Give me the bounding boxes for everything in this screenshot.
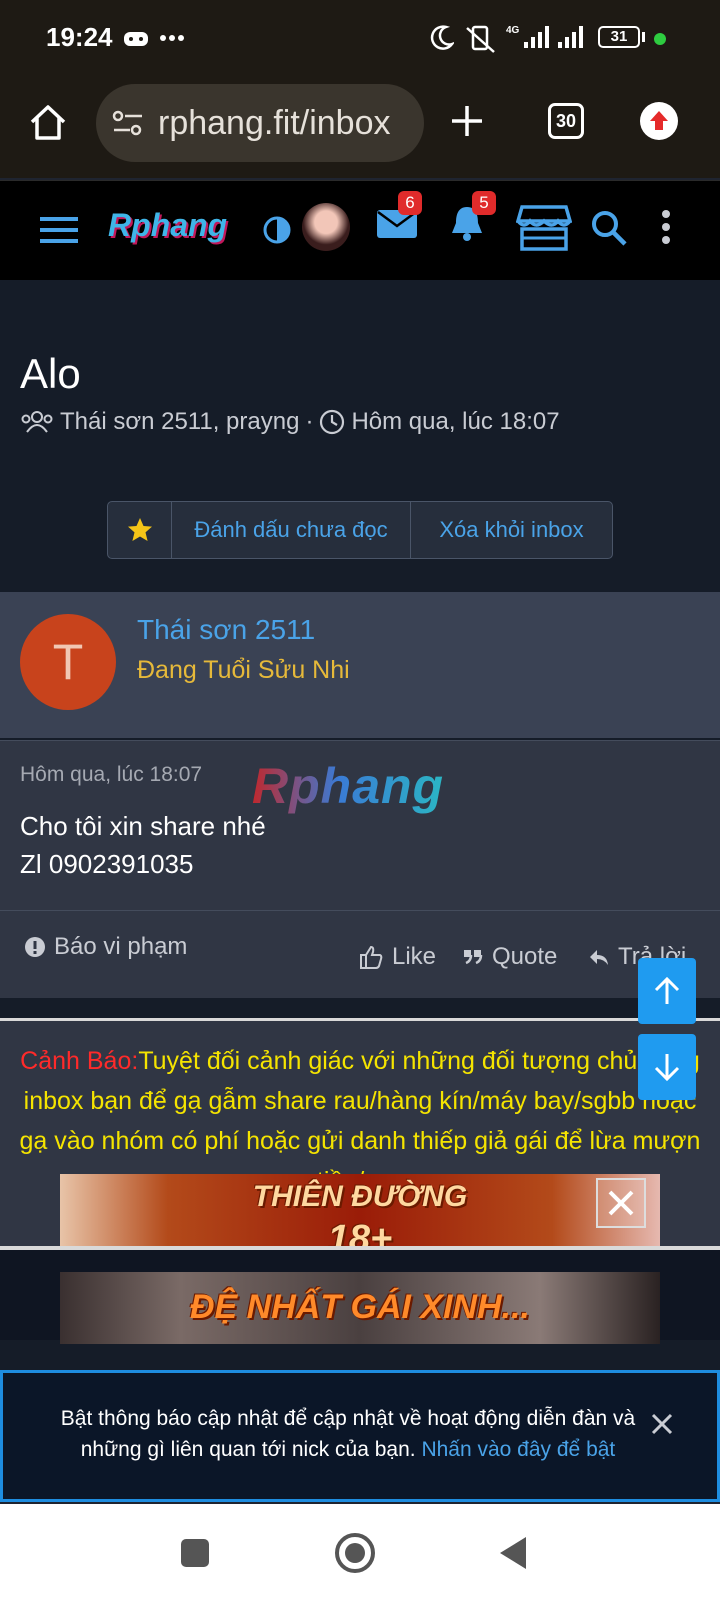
menu-icon[interactable] xyxy=(40,215,78,245)
moon-icon xyxy=(430,25,454,50)
report-button[interactable]: Báo vi phạm xyxy=(24,933,187,961)
message-actions: Báo vi phạm Like Quote Trả lời xyxy=(0,910,720,998)
arrow-up-icon xyxy=(650,111,668,130)
mark-unread-button[interactable]: Đánh dấu chưa đọc xyxy=(172,502,411,558)
quote-icon xyxy=(464,950,483,965)
tab-count: 30 xyxy=(555,111,577,131)
svg-text:4G: 4G xyxy=(506,25,520,36)
status-bar: 19:24 4G 31 xyxy=(0,0,720,78)
tab-switcher-button[interactable]: 30 xyxy=(548,103,584,139)
signal-icon xyxy=(558,26,583,48)
message-author: T Thái sơn 2511 Đang Tuổi Sửu Nhi xyxy=(0,592,720,738)
user-avatar[interactable] xyxy=(302,203,350,251)
system-nav-bar xyxy=(0,1504,720,1600)
conversation-actions: Đánh dấu chưa đọc Xóa khỏi inbox xyxy=(107,501,613,559)
alert-circle-icon xyxy=(25,937,45,957)
warning-label: Cảnh Báo: xyxy=(20,1047,139,1075)
vibrate-off-icon xyxy=(466,25,495,53)
update-button[interactable] xyxy=(640,102,678,140)
conversation-page: Alo Thái sơn 2511, prayng · Hôm qua, lúc… xyxy=(0,280,720,1370)
star-icon xyxy=(127,518,152,541)
watermark-text: Rphang xyxy=(252,758,445,814)
store-icon[interactable] xyxy=(516,203,572,253)
star-button[interactable] xyxy=(108,502,172,558)
close-icon[interactable] xyxy=(651,1413,673,1435)
battery-icon: 31 xyxy=(598,26,640,48)
search-icon[interactable] xyxy=(590,209,628,247)
conversation-meta: Thái sơn 2511, prayng · Hôm qua, lúc 18:… xyxy=(20,408,560,436)
author-avatar[interactable]: T xyxy=(20,614,116,710)
conversation-title: Alo xyxy=(20,350,81,397)
conversation-time: Hôm qua, lúc 18:07 xyxy=(351,408,560,435)
arrow-up-icon xyxy=(654,976,680,1004)
ad-close-button[interactable] xyxy=(596,1178,646,1228)
battery-tip xyxy=(642,32,645,42)
more-icon xyxy=(160,35,184,41)
message-body: Cho tôi xin share nhé Zl 0902391035 xyxy=(20,807,266,883)
thumbs-up-icon xyxy=(360,945,383,969)
quote-button[interactable]: Quote xyxy=(462,943,557,971)
arrow-down-icon xyxy=(654,1054,680,1082)
ad-headline: THIÊN ĐƯỜNG xyxy=(252,1180,468,1213)
notification-message: Bật thông báo cập nhật để cập nhật về ho… xyxy=(33,1403,663,1465)
alerts-button[interactable]: 5 xyxy=(448,191,496,248)
quote-label: Quote xyxy=(492,943,558,970)
ad-banner[interactable]: ĐỆ NHẤT GÁI XINH... xyxy=(60,1272,660,1344)
privacy-dot xyxy=(654,33,666,45)
scroll-top-button[interactable] xyxy=(638,958,696,1024)
report-label: Báo vi phạm xyxy=(54,933,188,960)
conversation-participants[interactable]: Thái sơn 2511, prayng xyxy=(60,408,299,436)
push-notification-prompt: Bật thông báo cập nhật để cập nhật về ho… xyxy=(0,1370,720,1502)
status-time: 19:24 xyxy=(46,22,113,52)
inbox-button[interactable]: 6 xyxy=(376,191,422,244)
site-header: Rphang 6 5 xyxy=(0,180,720,280)
remove-from-inbox-button[interactable]: Xóa khỏi inbox xyxy=(411,502,612,558)
scroll-bottom-button[interactable] xyxy=(638,1034,696,1100)
site-logo[interactable]: Rphang xyxy=(108,207,227,244)
like-label: Like xyxy=(392,943,437,970)
message-line: Zl 0902391035 xyxy=(20,849,194,879)
browser-toolbar: rphang.fit/inbox 30 xyxy=(0,78,720,178)
url-bar[interactable]: rphang.fit/inbox xyxy=(96,84,424,162)
enable-notifications-link[interactable]: Nhấn vào đây để bật xyxy=(421,1438,615,1461)
home-icon[interactable] xyxy=(28,102,68,142)
close-icon xyxy=(608,1190,634,1216)
message-time[interactable]: Hôm qua, lúc 18:07 xyxy=(20,763,202,787)
inbox-badge: 6 xyxy=(398,191,422,215)
ad-headline: ĐỆ NHẤT GÁI XINH... xyxy=(189,1288,531,1326)
battery-level: 31 xyxy=(610,28,628,45)
message-line: Cho tôi xin share nhé xyxy=(20,811,266,841)
more-vertical-icon[interactable] xyxy=(660,209,672,245)
site-settings-icon[interactable] xyxy=(112,108,144,138)
message-content: Hôm qua, lúc 18:07 Rphang Cho tôi xin sh… xyxy=(0,740,720,910)
alerts-badge: 5 xyxy=(472,191,496,215)
url-text[interactable]: rphang.fit/inbox xyxy=(158,104,391,143)
home-nav-icon[interactable] xyxy=(334,1532,376,1574)
like-button[interactable]: Like xyxy=(358,943,436,971)
gamepad-icon xyxy=(124,32,148,46)
signal-4g-icon: 4G xyxy=(506,25,549,48)
new-tab-icon[interactable] xyxy=(450,104,484,138)
theme-toggle-icon[interactable] xyxy=(262,215,292,245)
clock-icon xyxy=(320,409,345,435)
meta-separator: · xyxy=(305,408,314,435)
reply-icon xyxy=(590,950,608,965)
back-icon[interactable] xyxy=(498,1536,528,1570)
author-user-title: Đang Tuổi Sửu Nhi xyxy=(137,656,350,684)
watermark-logo: Rphang xyxy=(252,757,444,815)
users-icon xyxy=(21,411,53,433)
author-name[interactable]: Thái sơn 2511 xyxy=(137,614,315,646)
recents-icon[interactable] xyxy=(180,1538,210,1568)
